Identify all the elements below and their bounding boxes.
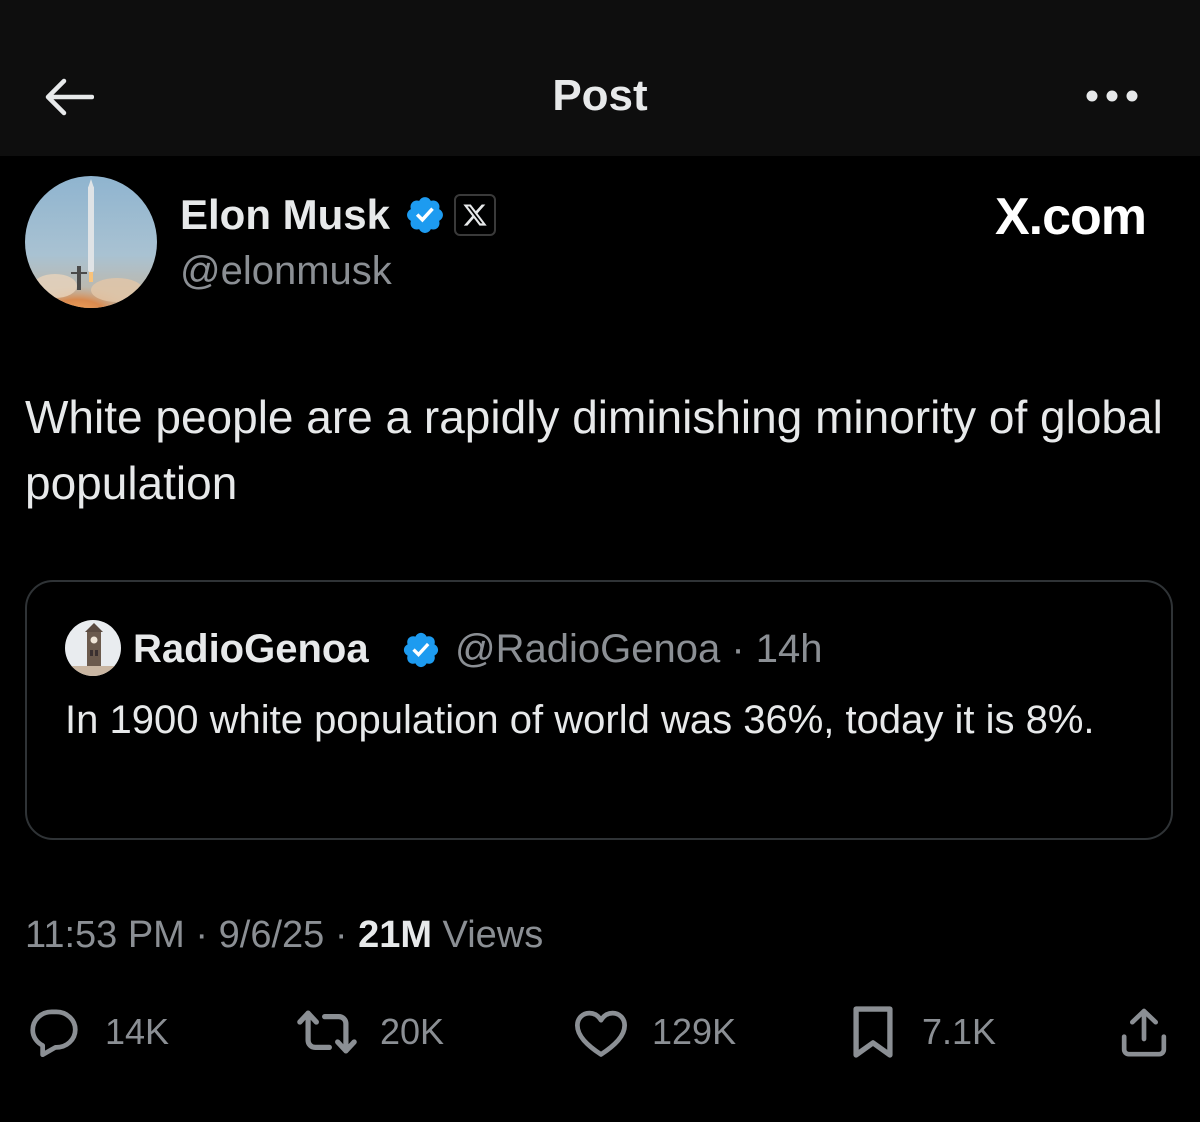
page-title: Post bbox=[552, 71, 648, 120]
verified-badge-icon bbox=[403, 632, 439, 668]
repost-icon bbox=[297, 1010, 357, 1054]
like-count: 129K bbox=[652, 1011, 737, 1052]
repost-button[interactable]: 20K bbox=[296, 1002, 444, 1062]
quote-time: 14h bbox=[755, 627, 823, 671]
separator: · bbox=[731, 627, 745, 671]
verified-badge-icon bbox=[407, 197, 443, 233]
top-bar: Post bbox=[0, 0, 1200, 156]
heart-icon bbox=[575, 1010, 627, 1057]
share-button[interactable] bbox=[1116, 1002, 1172, 1062]
reply-icon bbox=[30, 1009, 78, 1058]
separator: · bbox=[195, 914, 209, 956]
like-button[interactable]: 129K bbox=[572, 1002, 736, 1062]
share-icon bbox=[1121, 1008, 1167, 1057]
author-avatar[interactable] bbox=[25, 176, 157, 308]
bookmark-count: 7.1K bbox=[922, 1011, 997, 1052]
x-logo-icon bbox=[463, 204, 487, 226]
post-text: White people are a rapidly diminishing m… bbox=[25, 391, 1163, 509]
quote-author-avatar bbox=[65, 620, 121, 676]
rocket-launch-avatar-image bbox=[25, 176, 157, 308]
reply-count: 14K bbox=[105, 1011, 170, 1052]
author-name[interactable]: Elon Musk bbox=[180, 192, 390, 238]
views-label: Views bbox=[442, 914, 544, 956]
tower-avatar-image bbox=[65, 620, 121, 676]
post-time[interactable]: 11:53 PM bbox=[25, 914, 185, 956]
quote-text: In 1900 white population of world was 36… bbox=[65, 698, 1095, 742]
views-count: 21M bbox=[358, 914, 432, 956]
more-horizontal-icon bbox=[1086, 90, 1138, 102]
quoted-post[interactable]: RadioGenoa @RadioGenoa · 14h In 1900 whi… bbox=[25, 580, 1173, 840]
bookmark-icon bbox=[853, 1006, 893, 1058]
affiliate-badge[interactable] bbox=[454, 194, 496, 236]
post-meta: 11:53 PM · 9/6/25 · 21M Views bbox=[25, 912, 543, 958]
reply-button[interactable]: 14K bbox=[25, 1002, 169, 1062]
quote-author-name: RadioGenoa bbox=[133, 627, 369, 671]
bookmark-button[interactable]: 7.1K bbox=[846, 1002, 996, 1062]
more-options-button[interactable] bbox=[1080, 72, 1144, 120]
separator: · bbox=[334, 914, 348, 956]
quote-author-handle: @RadioGenoa bbox=[455, 627, 721, 671]
quote-meta: @RadioGenoa · 14h bbox=[455, 626, 823, 672]
post-date[interactable]: 9/6/25 bbox=[219, 914, 325, 956]
repost-count: 20K bbox=[380, 1011, 445, 1052]
watermark: X.com bbox=[994, 188, 1147, 246]
author-handle[interactable]: @elonmusk bbox=[180, 248, 392, 294]
